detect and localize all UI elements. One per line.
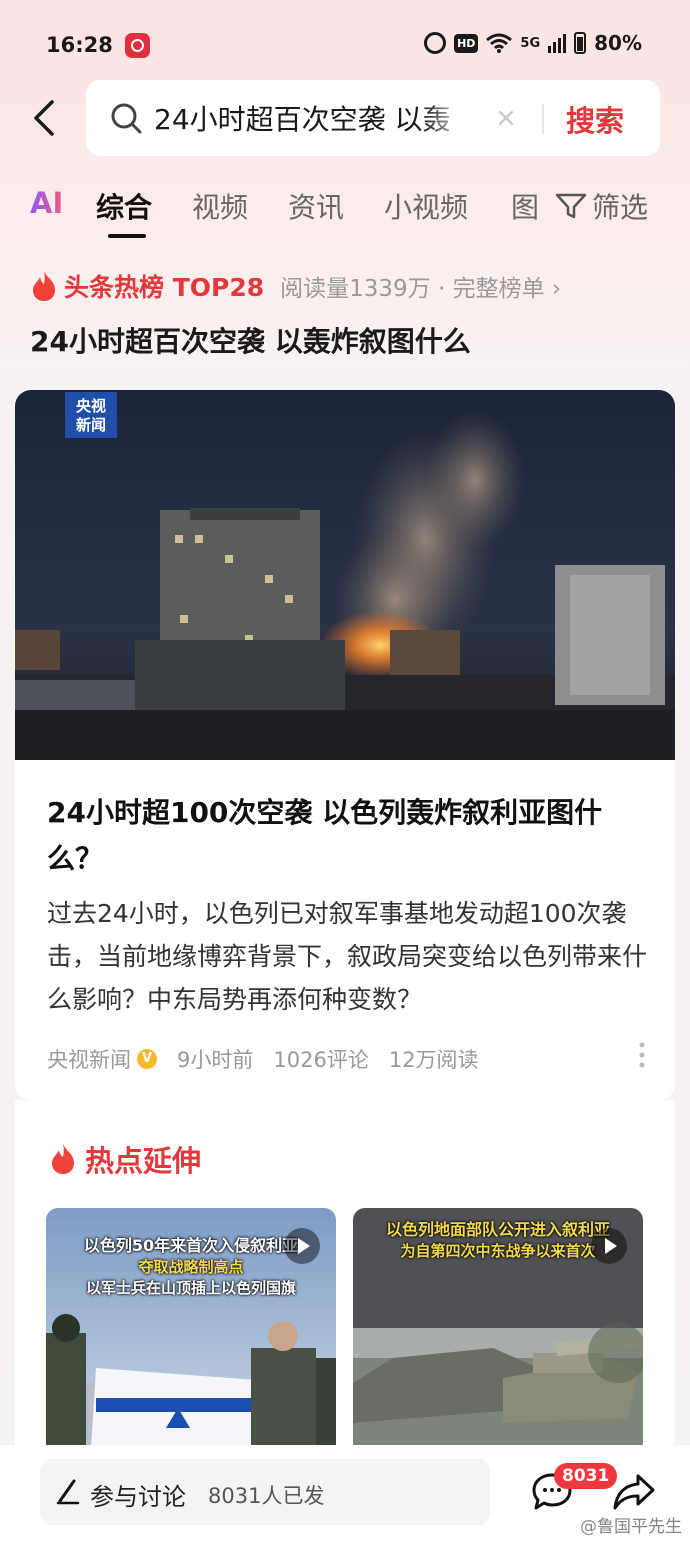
comment-count: 8031人已发 [208,1484,325,1508]
comment-input[interactable]: 参与讨论 8031人已发 [40,1459,490,1525]
play-icon [284,1228,320,1264]
article-time: 9小时前 [177,1048,254,1072]
tab-news[interactable]: 资讯 [288,186,344,226]
flame-icon [52,1144,74,1174]
image-logo-line-1: 央视 [76,397,106,415]
article-source[interactable]: 央视新闻 [47,1044,131,1074]
notification-app-icon [125,33,150,58]
tab-short-video[interactable]: 小视频 [384,186,468,226]
category-tabs: AI 综合 视频 资讯 小视频 图 筛选 [0,180,690,240]
article-card[interactable]: 央视 新闻 24小时超100次空袭 以色列轰炸叙利亚图什么？ 过去24小时，以色… [15,390,675,1100]
status-icons: HD 5G 80% [424,31,642,55]
related-video-1[interactable]: 以色列50年来首次入侵叙利亚 夺取战略制高点 以军士兵在山顶插上以色列国旗 [46,1208,336,1448]
status-bar: 16:28 HD 5G 80% [0,0,690,90]
tab-indicator [108,234,146,238]
tab-image[interactable]: 图 [511,186,539,226]
hot-list-label: 头条热榜 TOP28 [64,273,265,302]
share-icon[interactable] [612,1473,656,1511]
flame-icon [33,271,55,301]
signal-icon: 5G [520,35,541,51]
article-title[interactable]: 24小时超100次空袭 以色列轰炸叙利亚图什么？ [47,790,647,882]
verified-badge-icon: V [137,1049,157,1069]
article-summary: 过去24小时，以色列已对叙军事基地发动超100次袭击，当前地缘博弈背景下，叙政局… [47,899,648,1014]
related-header: 热点延伸 [49,1138,201,1180]
back-arrow-icon[interactable] [30,100,66,136]
image-logo-line-2: 新闻 [76,416,106,434]
search-input[interactable]: 24小时超百次空袭 以轰 [154,98,470,138]
tab-video[interactable]: 视频 [192,186,248,226]
hot-list-link[interactable]: 头条热榜 TOP28 阅读量1339万 · 完整榜单 › [30,268,561,304]
battery-level: 80% [594,31,642,55]
alarm-icon [424,32,447,54]
filter-button[interactable]: 筛选 [554,186,648,226]
article-image[interactable]: 央视 新闻 [15,390,675,760]
related-video-2[interactable]: 以色列地面部队公开进入叙利亚 为自第四次中东战争以来首次 [353,1208,643,1448]
tab-comprehensive[interactable]: 综合 [96,186,152,226]
article-comments: 1026评论 [273,1048,369,1072]
related-section: 热点延伸 以色列50年来首次入侵叙利亚 夺取战略制高点 以军士兵在山顶插上以色列… [15,1100,675,1448]
battery-icon [574,32,587,54]
tab-ai[interactable]: AI [30,186,63,220]
search-divider [542,104,544,134]
play-icon [591,1228,627,1264]
search-button[interactable]: 搜索 [566,98,624,140]
comment-label: 参与讨论 [90,1483,186,1511]
signal-bars-icon [548,34,567,53]
clear-icon[interactable]: × [494,105,518,131]
search-icon [111,103,142,134]
pen-icon [56,1479,80,1505]
filter-icon [555,193,587,219]
watermark: @鲁国平先生 [580,1517,682,1537]
filter-label: 筛选 [592,191,649,224]
hot-topic-title[interactable]: 24小时超百次空袭 以轰炸叙图什么 [30,320,471,360]
related-video-1-caption-3: 以军士兵在山顶插上以色列国旗 [85,1279,296,1297]
wifi-icon [486,33,513,53]
article-meta: 央视新闻 V 9小时前 1026评论 12万阅读 [47,1044,479,1074]
status-time: 16:28 [46,33,113,57]
related-label: 热点延伸 [85,1144,202,1178]
hd-icon: HD [454,33,479,53]
article-reads: 12万阅读 [388,1048,479,1072]
hot-list-meta: 阅读量1339万 · 完整榜单 › [280,276,562,302]
search-box[interactable]: 24小时超百次空袭 以轰 × 搜索 [86,80,660,156]
more-options-icon[interactable] [639,1042,645,1068]
comment-count-badge: 8031 [554,1463,618,1489]
